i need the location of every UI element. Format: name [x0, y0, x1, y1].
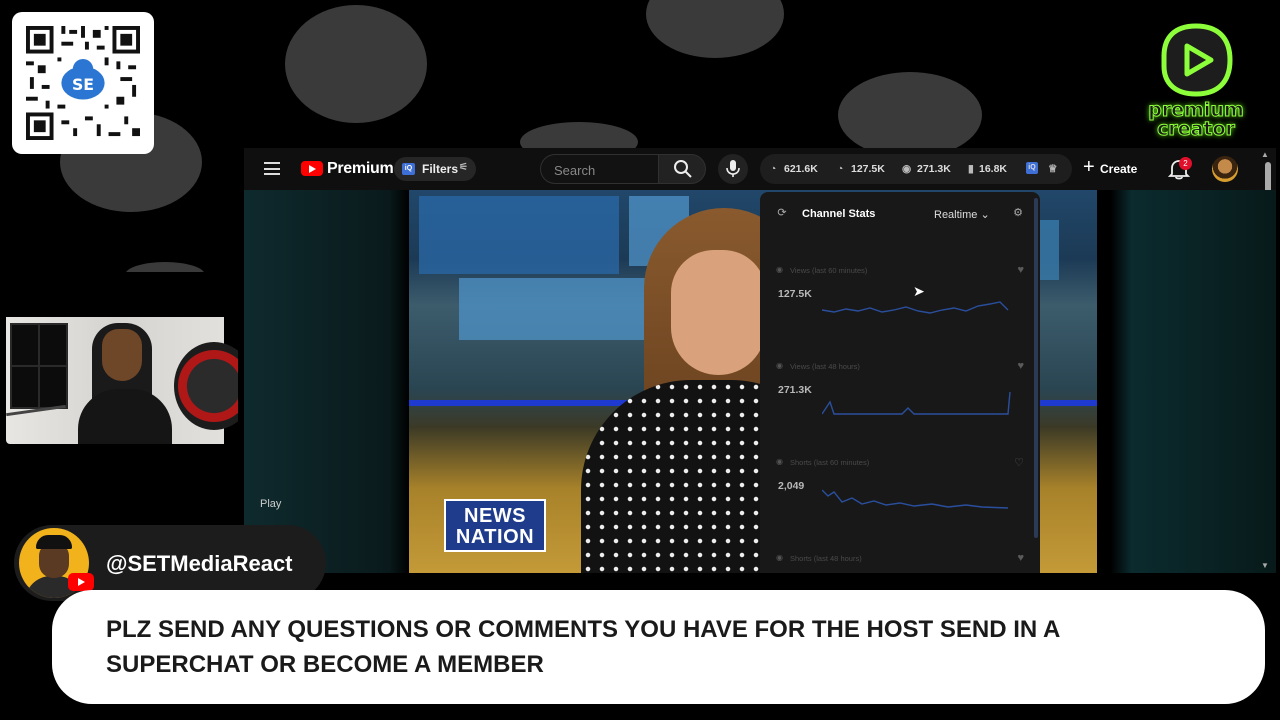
stat-card-views-60m[interactable]: Views (last 60 minutes) 127.5K ♥: [774, 264, 1024, 348]
vidiq-stats-bar[interactable]: ◔ 621.6K ◔ 127.5K ◉ 271.3K ▮ 16.8K iQ ♕: [760, 154, 1072, 184]
message-ticker: PLZ SEND ANY QUESTIONS OR COMMENTS YOU H…: [52, 590, 1265, 704]
voice-search-button[interactable]: [718, 154, 748, 184]
stat-card-value: 127.5K: [778, 288, 812, 300]
channel-stats-title: Channel Stats: [802, 208, 876, 220]
search-placeholder: Search: [554, 163, 596, 178]
news-anchor-face: [671, 250, 766, 375]
play-tooltip: Play: [260, 498, 282, 510]
account-avatar[interactable]: [1212, 156, 1238, 182]
vidiq-icon: iQ: [402, 163, 415, 175]
stat-subscribers-total: 621.6K: [784, 163, 818, 175]
streamer-shirt: [78, 389, 172, 444]
badge-text-premium: premium: [1148, 99, 1245, 121]
stats-panel-scrollbar[interactable]: [1034, 198, 1038, 538]
background-dot: [285, 5, 427, 123]
chevron-down-icon: ⌄: [980, 209, 990, 221]
search-button[interactable]: [658, 154, 706, 184]
channel-stats-panel: ⟳ Channel Stats Realtime ⌄ ⚙ Views (last…: [760, 192, 1040, 573]
svg-text:SE: SE: [72, 75, 94, 94]
play-badge-icon: [1161, 23, 1233, 97]
stat-card-value: 271.3K: [778, 384, 812, 396]
stat-card-shorts-60m[interactable]: Shorts (last 60 minutes) 2,049 ♡: [774, 456, 1024, 540]
stat-card-label: Shorts (last 60 minutes): [774, 457, 869, 467]
youtube-premium-label: Premium: [327, 160, 394, 177]
youtube-logo-icon[interactable]: [301, 161, 323, 176]
studio-monitor: [419, 196, 619, 274]
webcam-window-frame: [10, 323, 68, 409]
youtube-window: Premium iQ Filters ⚟ Search ◔ 621.6K ◔ 1…: [244, 148, 1276, 573]
webcam-feed: [6, 272, 238, 444]
stat-card-label: Shorts (last 48 hours): [774, 553, 862, 563]
tune-icon: ⚟: [459, 162, 468, 173]
newsnation-logo: NEWS NATION: [444, 499, 546, 552]
stat-card-value: 2,049: [778, 480, 805, 492]
scroll-down-arrow[interactable]: ▼: [1261, 561, 1269, 570]
trend-icon: ◔: [770, 163, 777, 175]
badge-text-creator: creator: [1157, 118, 1236, 140]
microphone-icon: [726, 160, 740, 177]
search-icon: [674, 160, 692, 178]
create-label: Create: [1100, 162, 1138, 176]
youtube-topbar: Premium iQ Filters ⚟ Search ◔ 621.6K ◔ 1…: [244, 148, 1276, 214]
background-dot: [646, 0, 784, 58]
notification-count-badge: 2: [1179, 157, 1192, 170]
streamer: [76, 323, 174, 444]
sparkline-chart: [822, 489, 1009, 509]
heart-icon[interactable]: ♥: [1017, 552, 1024, 564]
news-logo-line2: NATION: [455, 526, 535, 548]
realtime-dropdown[interactable]: Realtime ⌄: [934, 208, 990, 221]
heart-icon[interactable]: ♥: [1017, 360, 1024, 372]
users-icon: ◔: [837, 163, 844, 175]
background-dot: [838, 72, 982, 158]
stat-card-label: Views (last 60 minutes): [774, 265, 867, 275]
refresh-icon[interactable]: ⟳: [774, 206, 790, 222]
filters-button[interactable]: iQ Filters ⚟: [394, 157, 476, 181]
gear-icon[interactable]: ⚙: [1010, 206, 1026, 222]
stat-views-60m: 127.5K: [851, 163, 885, 175]
sparkline-chart: [822, 391, 1011, 415]
realtime-label: Realtime: [934, 209, 978, 221]
mouse-cursor-icon: ➤: [913, 283, 925, 299]
menu-icon[interactable]: [264, 162, 280, 175]
search-input[interactable]: Search: [540, 154, 658, 184]
premium-creator-badge: premium creator: [1140, 20, 1252, 148]
eye-icon: ◉: [902, 163, 912, 175]
heart-icon[interactable]: ♥: [1017, 264, 1024, 276]
stat-card-views-48h[interactable]: Views (last 48 hours) 271.3K ♥: [774, 360, 1024, 444]
trophy-icon: ♕: [1048, 163, 1058, 175]
stat-shorts: 16.8K: [979, 163, 1008, 175]
ticker-text: PLZ SEND ANY QUESTIONS OR COMMENTS YOU H…: [106, 616, 1060, 678]
vidiq-icon: iQ: [1026, 162, 1038, 174]
filters-label: Filters: [422, 162, 459, 176]
youtube-icon: [68, 573, 94, 591]
news-logo-line1: NEWS: [464, 505, 526, 527]
streamer-face: [102, 329, 142, 381]
stat-card-label: Views (last 48 hours): [774, 361, 860, 371]
stat-views-48h: 271.3K: [917, 163, 951, 175]
qr-code: SE: [12, 12, 154, 154]
heart-icon[interactable]: ♡: [1014, 456, 1024, 469]
avatar-cap: [36, 535, 72, 549]
channel-stats-header: ⟳ Channel Stats Realtime ⌄ ⚙: [760, 192, 1040, 236]
create-button[interactable]: Create: [1080, 156, 1150, 182]
channel-handle: @SETMediaReact: [106, 551, 293, 576]
scroll-up-arrow[interactable]: ▲: [1261, 150, 1269, 159]
studio-monitor: [459, 278, 649, 340]
shorts-icon: ▮: [968, 163, 974, 175]
qr-code-graphic: SE: [26, 26, 140, 140]
stat-card-shorts-48h[interactable]: Shorts (last 48 hours) ♥: [774, 552, 1024, 573]
